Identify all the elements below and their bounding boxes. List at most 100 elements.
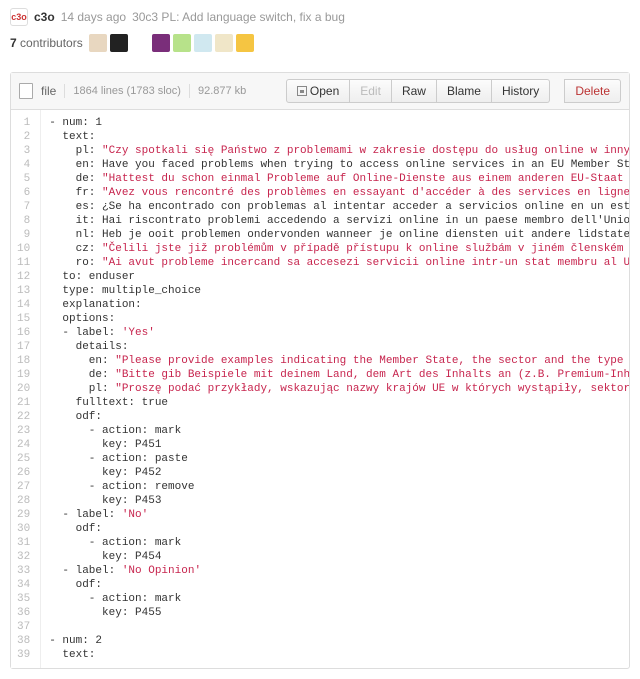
line-number[interactable]: 9 [13, 228, 34, 242]
commit-message[interactable]: 30c3 PL: Add language switch, fix a bug [132, 10, 345, 24]
code-line[interactable]: it: Hai riscontrato problemi accedendo a… [49, 214, 629, 228]
code-line[interactable]: - action: mark [49, 424, 629, 438]
line-number[interactable]: 10 [13, 242, 34, 256]
line-number[interactable]: 6 [13, 186, 34, 200]
line-number[interactable]: 18 [13, 354, 34, 368]
line-number[interactable]: 30 [13, 522, 34, 536]
edit-button[interactable]: Edit [350, 79, 392, 103]
line-number[interactable]: 13 [13, 284, 34, 298]
code-line[interactable]: key: P452 [49, 466, 629, 480]
contributor-avatar[interactable] [215, 34, 233, 52]
code-line[interactable]: explanation: [49, 298, 629, 312]
line-number[interactable]: 28 [13, 494, 34, 508]
line-number[interactable]: 20 [13, 382, 34, 396]
code-content[interactable]: - num: 1 text: pl: "Czy spotkali się Pań… [41, 110, 629, 668]
line-number[interactable]: 5 [13, 172, 34, 186]
code-line[interactable]: ro: "Ai avut probleme incercand sa acces… [49, 256, 629, 270]
blame-button[interactable]: Blame [437, 79, 492, 103]
code-line[interactable]: - num: 1 [49, 116, 629, 130]
contributor-avatar[interactable] [173, 34, 191, 52]
code-line[interactable]: type: multiple_choice [49, 284, 629, 298]
contributor-avatar[interactable] [194, 34, 212, 52]
line-number[interactable]: 7 [13, 200, 34, 214]
line-number[interactable]: 17 [13, 340, 34, 354]
code-line[interactable]: key: P451 [49, 438, 629, 452]
line-number[interactable]: 35 [13, 592, 34, 606]
line-number[interactable]: 36 [13, 606, 34, 620]
contributor-avatar[interactable] [110, 34, 128, 52]
code-line[interactable]: nl: Heb je ooit problemen ondervonden wa… [49, 228, 629, 242]
code-line[interactable]: en: Have you faced problems when trying … [49, 158, 629, 172]
code-line[interactable]: odf: [49, 522, 629, 536]
line-number[interactable]: 2 [13, 130, 34, 144]
code-line[interactable]: fulltext: true [49, 396, 629, 410]
code-line[interactable]: pl: "Czy spotkali się Państwo z problema… [49, 144, 629, 158]
line-number[interactable]: 23 [13, 424, 34, 438]
code-line[interactable]: - action: mark [49, 592, 629, 606]
author-avatar[interactable]: c3o [10, 8, 28, 26]
code-line[interactable]: - action: mark [49, 536, 629, 550]
line-number[interactable]: 12 [13, 270, 34, 284]
contributors-count[interactable]: 7 contributors [10, 36, 83, 50]
line-number[interactable]: 26 [13, 466, 34, 480]
line-number[interactable]: 4 [13, 158, 34, 172]
separator [64, 84, 65, 98]
code-line[interactable]: text: [49, 130, 629, 144]
line-number[interactable]: 11 [13, 256, 34, 270]
code-line[interactable]: es: ¿Se ha encontrado con problemas al i… [49, 200, 629, 214]
code-line[interactable]: - action: remove [49, 480, 629, 494]
code-line[interactable]: key: P454 [49, 550, 629, 564]
line-number[interactable]: 25 [13, 452, 34, 466]
raw-button[interactable]: Raw [392, 79, 437, 103]
contributor-avatar[interactable] [236, 34, 254, 52]
code-line[interactable]: to: enduser [49, 270, 629, 284]
code-line[interactable]: odf: [49, 578, 629, 592]
line-number[interactable]: 34 [13, 578, 34, 592]
code-line[interactable]: key: P455 [49, 606, 629, 620]
line-number[interactable]: 1 [13, 116, 34, 130]
line-number[interactable]: 32 [13, 550, 34, 564]
code-line[interactable]: - num: 2 [49, 634, 629, 648]
line-number[interactable]: 38 [13, 634, 34, 648]
contributor-avatar[interactable] [89, 34, 107, 52]
history-button[interactable]: History [492, 79, 550, 103]
line-number[interactable]: 16 [13, 326, 34, 340]
line-number[interactable]: 24 [13, 438, 34, 452]
code-line[interactable]: text: [49, 648, 629, 662]
author-name[interactable]: c3o [34, 10, 55, 24]
code-line[interactable]: details: [49, 340, 629, 354]
code-line[interactable]: cz: "Čelili jste již problémům v případě… [49, 242, 629, 256]
code-line[interactable]: de: "Hattest du schon einmal Probleme au… [49, 172, 629, 186]
line-number[interactable]: 22 [13, 410, 34, 424]
contributor-avatar[interactable] [152, 34, 170, 52]
code-line[interactable]: de: "Bitte gib Beispiele mit deinem Land… [49, 368, 629, 382]
line-number[interactable]: 14 [13, 298, 34, 312]
code-line[interactable]: odf: [49, 410, 629, 424]
code-line[interactable] [49, 620, 629, 634]
contributor-avatar[interactable] [131, 34, 149, 52]
code-line[interactable]: en: "Please provide examples indicating … [49, 354, 629, 368]
line-number[interactable]: 8 [13, 214, 34, 228]
line-number[interactable]: 19 [13, 368, 34, 382]
code-line[interactable]: options: [49, 312, 629, 326]
open-button[interactable]: Open [286, 79, 350, 103]
code-line[interactable]: fr: "Avez vous rencontré des problèmes e… [49, 186, 629, 200]
code-line[interactable]: pl: "Proszę podać przykłady, wskazując n… [49, 382, 629, 396]
code-line[interactable]: - action: paste [49, 452, 629, 466]
code-line[interactable]: - label: 'Yes' [49, 326, 629, 340]
line-number[interactable]: 39 [13, 648, 34, 662]
line-number[interactable]: 29 [13, 508, 34, 522]
line-number[interactable]: 21 [13, 396, 34, 410]
line-number[interactable]: 33 [13, 564, 34, 578]
line-number[interactable]: 15 [13, 312, 34, 326]
line-number[interactable]: 31 [13, 536, 34, 550]
code-line[interactable]: key: P453 [49, 494, 629, 508]
line-number[interactable]: 27 [13, 480, 34, 494]
open-icon [297, 86, 307, 96]
line-gutter[interactable]: 1234567891011121314151617181920212223242… [11, 110, 41, 668]
line-number[interactable]: 3 [13, 144, 34, 158]
code-line[interactable]: - label: 'No' [49, 508, 629, 522]
code-line[interactable]: - label: 'No Opinion' [49, 564, 629, 578]
line-number[interactable]: 37 [13, 620, 34, 634]
delete-button[interactable]: Delete [564, 79, 621, 103]
